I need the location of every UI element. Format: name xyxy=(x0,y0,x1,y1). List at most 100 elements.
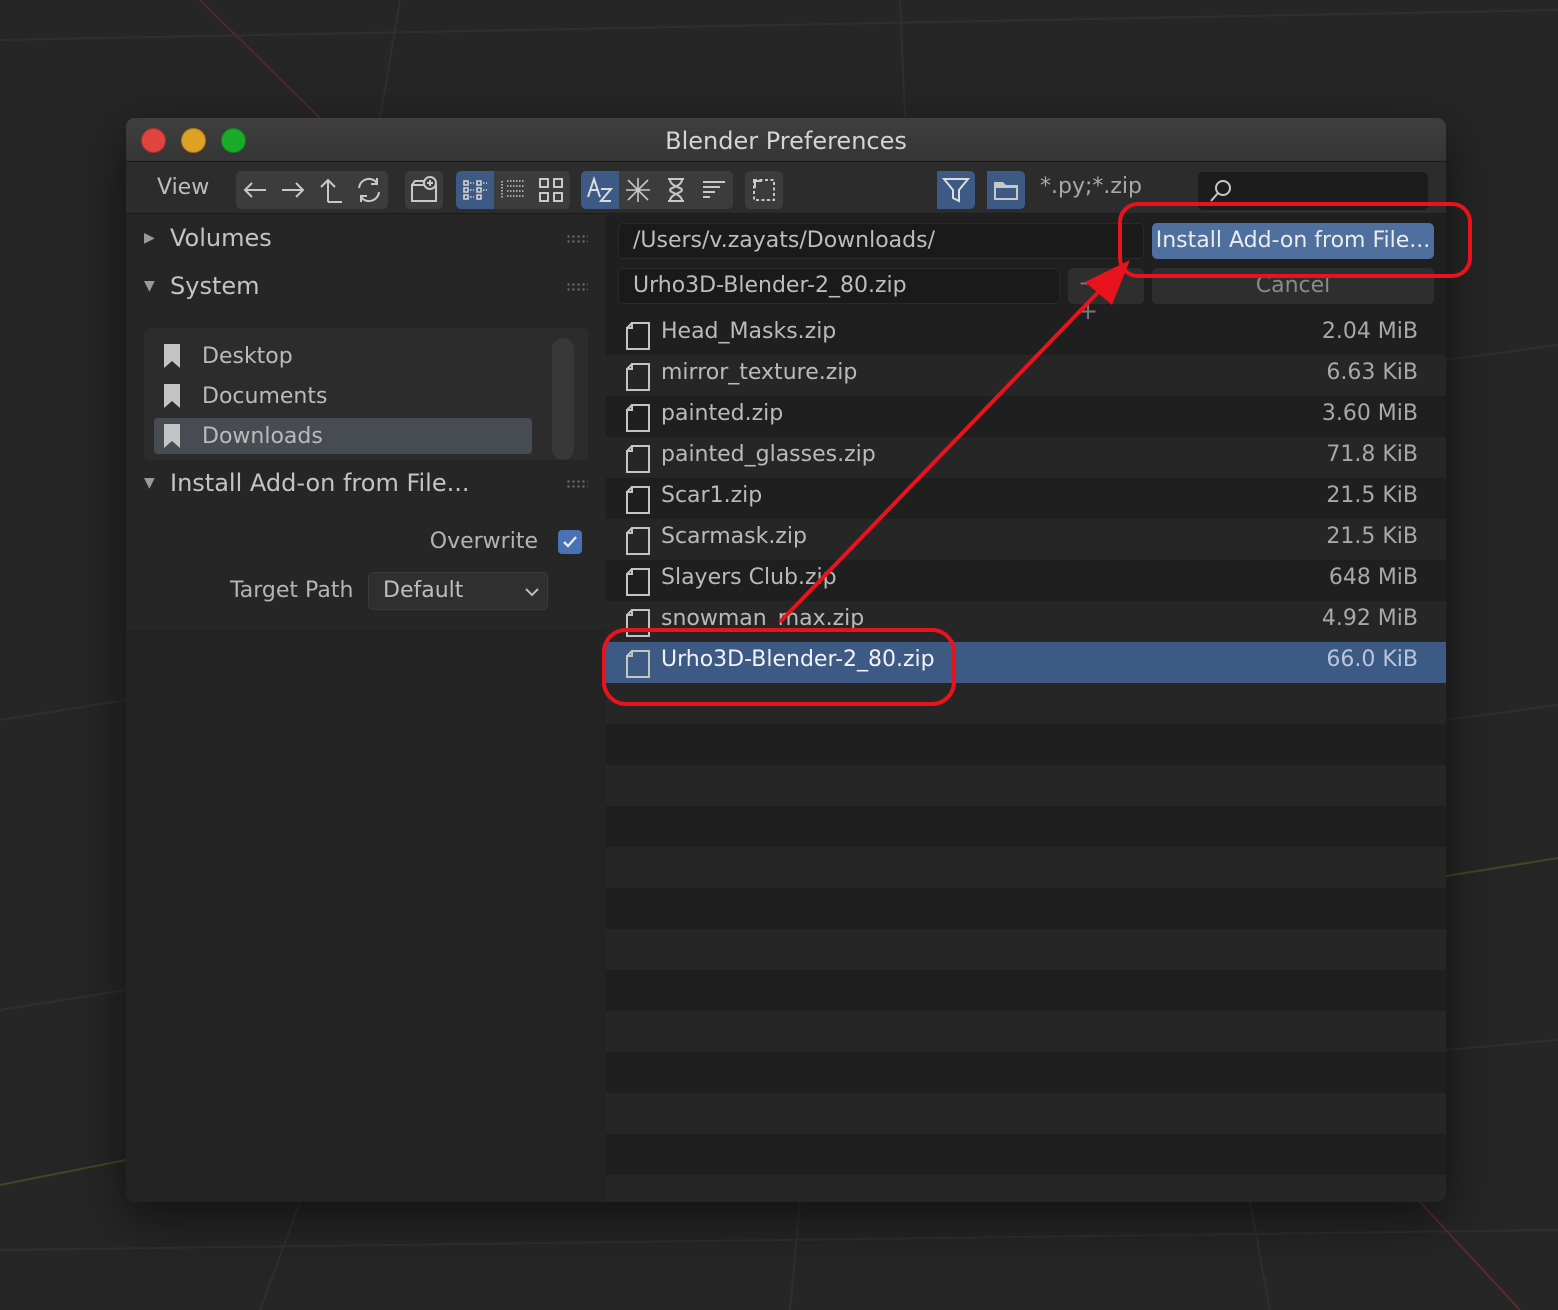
target-path-label: Target Path xyxy=(230,578,354,603)
volumes-panel-header[interactable]: ▶ Volumes xyxy=(126,215,606,261)
sort-extension-icon xyxy=(626,178,650,202)
empty-row xyxy=(606,724,1446,765)
file-name: painted.zip xyxy=(661,401,784,426)
expanded-arrow-icon: ▼ xyxy=(144,475,155,491)
view-menu[interactable]: View xyxy=(157,175,209,200)
empty-row xyxy=(606,765,1446,806)
bookmark-icon xyxy=(164,424,180,448)
file-row[interactable]: Slayers Club.zip 648 MiB xyxy=(606,560,1446,601)
filename-value: Urho3D-Blender-2_80.zip xyxy=(633,273,907,298)
directory-path-field[interactable]: /Users/v.zayats/Downloads/ xyxy=(618,223,1144,259)
collapsed-arrow-icon: ▶ xyxy=(144,230,155,246)
sort-alphabetical-button[interactable] xyxy=(581,171,619,209)
display-vertical-list-button[interactable] xyxy=(456,171,494,209)
filter-folders-button[interactable] xyxy=(987,171,1025,209)
empty-row xyxy=(606,847,1446,888)
operator-panel-label: Install Add-on from File... xyxy=(170,469,470,497)
filter-toggle-group xyxy=(937,171,975,209)
file-size: 71.8 KiB xyxy=(1326,442,1418,467)
file-row[interactable]: snowman_max.zip 4.92 MiB xyxy=(606,601,1446,642)
overwrite-label: Overwrite xyxy=(429,529,538,554)
refresh-button[interactable] xyxy=(350,171,388,209)
new-directory-group xyxy=(405,171,443,209)
file-name: Head_Masks.zip xyxy=(661,319,837,344)
drag-grip-icon[interactable] xyxy=(566,479,588,489)
target-path-value: Default xyxy=(383,578,464,603)
file-name: Urho3D-Blender-2_80.zip xyxy=(661,647,935,672)
volumes-label: Volumes xyxy=(170,224,272,252)
cancel-button[interactable]: Cancel xyxy=(1152,268,1434,304)
drag-grip-icon[interactable] xyxy=(566,282,588,292)
file-size: 6.63 KiB xyxy=(1326,360,1418,385)
display-thumbnails-button[interactable] xyxy=(532,171,570,209)
title-bar[interactable]: Blender Preferences xyxy=(126,118,1446,162)
file-row[interactable]: painted.zip 3.60 MiB xyxy=(606,396,1446,437)
directory-path-value: /Users/v.zayats/Downloads/ xyxy=(633,228,935,253)
empty-row xyxy=(606,888,1446,929)
empty-row xyxy=(606,806,1446,847)
file-icon xyxy=(626,363,650,391)
funnel-icon xyxy=(941,178,971,203)
bookmark-desktop[interactable]: Desktop xyxy=(154,338,532,374)
file-size: 3.60 MiB xyxy=(1321,401,1418,426)
system-panel-header[interactable]: ▼ System xyxy=(126,263,606,309)
file-browser-sidebar: ▶ Volumes ▼ System Desktop Documents Dow… xyxy=(126,215,606,1202)
file-size: 66.0 KiB xyxy=(1326,647,1418,672)
overwrite-checkbox[interactable] xyxy=(558,530,582,554)
search-input[interactable] xyxy=(1198,172,1428,210)
show-hidden-button[interactable] xyxy=(745,171,783,209)
file-browser-main: /Users/v.zayats/Downloads/ Install Add-o… xyxy=(606,215,1446,1202)
file-row[interactable]: Scarmask.zip 21.5 KiB xyxy=(606,519,1446,560)
drag-grip-icon[interactable] xyxy=(566,234,588,244)
file-icon xyxy=(626,609,650,637)
sort-extension-button[interactable] xyxy=(619,171,657,209)
file-name: Scar1.zip xyxy=(661,483,763,508)
file-icon xyxy=(626,650,650,678)
file-name: Scarmask.zip xyxy=(661,524,807,549)
file-row[interactable]: Head_Masks.zip 2.04 MiB xyxy=(606,314,1446,355)
list-vertical-icon xyxy=(463,180,487,200)
file-icon xyxy=(626,404,650,432)
empty-row xyxy=(606,1093,1446,1134)
file-browser-toolbar: View *.py;*.zip xyxy=(126,162,1446,214)
bookmark-documents[interactable]: Documents xyxy=(154,378,532,414)
file-row[interactable]: painted_glasses.zip 71.8 KiB xyxy=(606,437,1446,478)
bookmark-icon xyxy=(164,344,180,368)
chevron-down-icon xyxy=(525,588,539,597)
sort-size-button[interactable] xyxy=(695,171,733,209)
file-name: snowman_max.zip xyxy=(661,606,865,631)
install-addon-button[interactable]: Install Add-on from File... xyxy=(1152,223,1434,259)
expanded-arrow-icon: ▼ xyxy=(144,278,155,294)
hidden-files-icon xyxy=(753,179,775,201)
operator-panel-header[interactable]: ▼ Install Add-on from File... xyxy=(126,460,606,506)
bookmark-label: Desktop xyxy=(202,343,293,369)
hourglass-icon xyxy=(668,178,684,202)
filename-increment-stepper[interactable]: − + xyxy=(1068,268,1144,325)
back-button[interactable] xyxy=(236,171,274,209)
bookmark-downloads[interactable]: Downloads xyxy=(154,418,532,454)
overwrite-row: Overwrite xyxy=(126,523,606,563)
new-directory-button[interactable] xyxy=(405,171,443,209)
target-path-select[interactable]: Default xyxy=(368,572,548,610)
filter-folders-group xyxy=(987,171,1025,209)
window-title: Blender Preferences xyxy=(665,127,907,155)
filter-glob-field[interactable]: *.py;*.zip xyxy=(1040,174,1142,199)
filter-toggle-button[interactable] xyxy=(937,171,975,209)
parent-directory-button[interactable] xyxy=(312,171,350,209)
file-row[interactable]: Scar1.zip 21.5 KiB xyxy=(606,478,1446,519)
sort-alpha-icon xyxy=(587,175,614,202)
file-row[interactable]: Urho3D-Blender-2_80.zip 66.0 KiB xyxy=(606,642,1446,683)
file-icon xyxy=(626,486,650,514)
file-name: painted_glasses.zip xyxy=(661,442,876,467)
file-row[interactable]: mirror_texture.zip 6.63 KiB xyxy=(606,355,1446,396)
filename-field[interactable]: Urho3D-Blender-2_80.zip xyxy=(618,268,1060,304)
display-horizontal-list-button[interactable] xyxy=(494,171,532,209)
new-folder-icon xyxy=(411,176,437,202)
forward-button[interactable] xyxy=(274,171,312,209)
arrow-right-icon xyxy=(282,182,305,198)
empty-row xyxy=(606,970,1446,1011)
sort-time-button[interactable] xyxy=(657,171,695,209)
bookmark-list-scrollbar[interactable] xyxy=(552,338,574,460)
file-list: Head_Masks.zip 2.04 MiB mirror_texture.zip… xyxy=(606,314,1446,1202)
empty-row xyxy=(606,1011,1446,1052)
